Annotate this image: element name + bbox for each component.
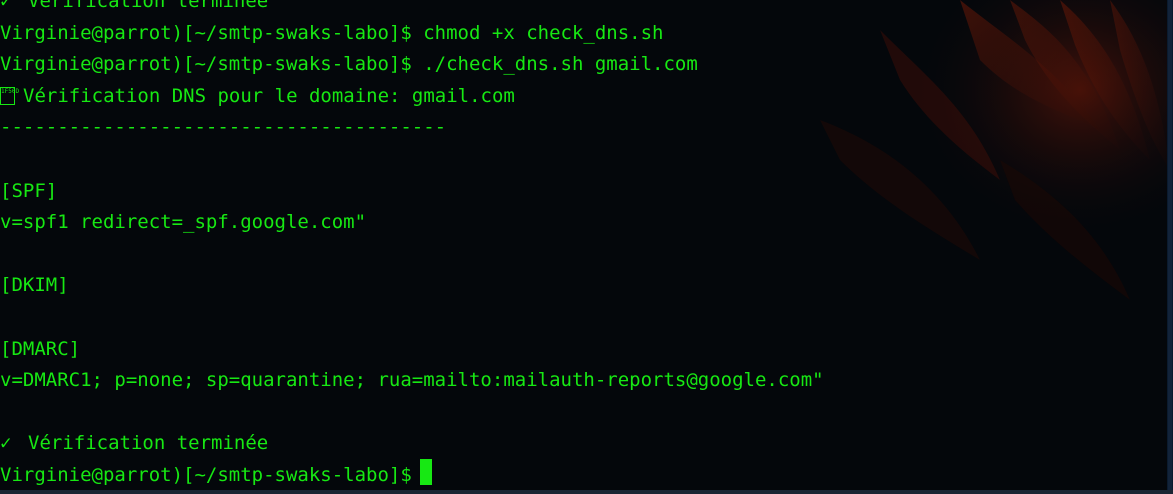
terminal-line: [SPF] bbox=[0, 176, 1165, 208]
terminal-line: Virginie@parrot)[~/smtp-swaks-labo]$ chm… bbox=[0, 18, 1165, 50]
terminal-line: ✓ Vérification terminée bbox=[0, 428, 1165, 460]
command-line: Virginie@parrot)[~/smtp-swaks-labo]$ chm… bbox=[0, 21, 664, 44]
command-line: Virginie@parrot)[~/smtp-swaks-labo]$ ./c… bbox=[0, 53, 698, 76]
status-text: Vérification terminée bbox=[28, 432, 269, 455]
spf-record: v=spf1 redirect=_spf.google.com" bbox=[0, 211, 367, 234]
terminal-line: v=spf1 redirect=_spf.google.com" bbox=[0, 207, 1165, 239]
terminal-scrollbar[interactable] bbox=[1167, 0, 1173, 494]
terminal-prompt-line[interactable]: Virginie@parrot)[~/smtp-swaks-labo]$ bbox=[0, 458, 1165, 492]
check-mark-icon: ✓ bbox=[0, 0, 12, 12]
terminal-line: [DKIM] bbox=[0, 270, 1165, 302]
status-text: Vérification terminée bbox=[28, 0, 269, 12]
dmarc-record: v=DMARC1; p=none; sp=quarantine; rua=mai… bbox=[0, 369, 824, 392]
terminal-output: ✓ Vérification terminée Virginie@parrot)[… bbox=[0, 0, 1165, 492]
shell-prompt: Virginie@parrot)[~/smtp-swaks-labo]$ bbox=[0, 463, 412, 486]
section-label-spf: [SPF] bbox=[0, 179, 58, 202]
section-label-dkim: [DKIM] bbox=[0, 274, 69, 297]
terminal-line: Virginie@parrot)[~/smtp-swaks-labo]$ ./c… bbox=[0, 49, 1165, 81]
separator-line: --------------------------------------- bbox=[0, 116, 447, 139]
terminal-line: 1F50D Vérification DNS pour le domaine: g… bbox=[0, 81, 1165, 113]
missing-glyph-icon: 1F50D bbox=[0, 86, 19, 105]
text-cursor[interactable] bbox=[419, 458, 432, 485]
terminal-line: --------------------------------------- bbox=[0, 112, 1165, 144]
heading-text: Vérification DNS pour le domaine: gmail.… bbox=[23, 84, 515, 107]
terminal-line: v=DMARC1; p=none; sp=quarantine; rua=mai… bbox=[0, 365, 1165, 397]
check-mark-icon: ✓ bbox=[0, 432, 12, 455]
terminal-line: ✓ Vérification terminée bbox=[0, 0, 1165, 18]
section-label-dmarc: [DMARC] bbox=[0, 337, 81, 360]
window-bottom-edge bbox=[0, 490, 1173, 494]
terminal-line: [DMARC] bbox=[0, 334, 1165, 366]
